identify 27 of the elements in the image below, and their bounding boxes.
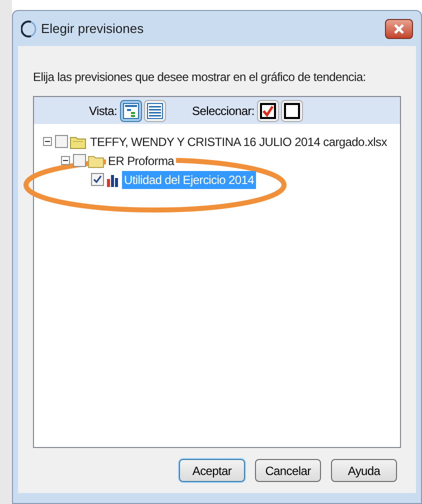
checkbox[interactable] — [73, 154, 86, 167]
instruction-text: Elija las previsiones que desee mostrar en el gráfico de tendencia: — [33, 69, 367, 86]
list-view-icon — [147, 102, 163, 118]
empty-box-icon — [284, 102, 300, 118]
window-title: Elegir previsiones — [41, 20, 144, 38]
checked-box-icon — [260, 102, 276, 118]
dialog-button[interactable]: Aceptar — [179, 459, 245, 482]
dialog-button[interactable]: Ayuda — [331, 459, 397, 482]
folder-icon — [88, 154, 104, 168]
tree-view-button[interactable] — [120, 100, 142, 122]
close-icon — [394, 24, 404, 34]
select-all-button[interactable] — [257, 100, 280, 122]
app-logo-icon — [21, 20, 37, 38]
close-button[interactable] — [385, 18, 413, 38]
collapse-icon[interactable] — [43, 137, 52, 146]
bar-chart-icon — [106, 172, 120, 186]
folder-icon — [70, 134, 86, 148]
check-icon — [93, 175, 102, 184]
view-label: Vista: — [89, 102, 117, 120]
select-none-button[interactable] — [281, 100, 304, 122]
checkbox[interactable] — [55, 135, 68, 148]
collapse-icon[interactable] — [61, 156, 70, 165]
tree-view-icon — [123, 102, 139, 118]
select-label: Seleccionar: — [192, 102, 254, 120]
checkbox[interactable] — [91, 173, 104, 186]
dialog-button[interactable]: Cancelar — [255, 459, 321, 482]
list-view-button[interactable] — [144, 100, 166, 122]
